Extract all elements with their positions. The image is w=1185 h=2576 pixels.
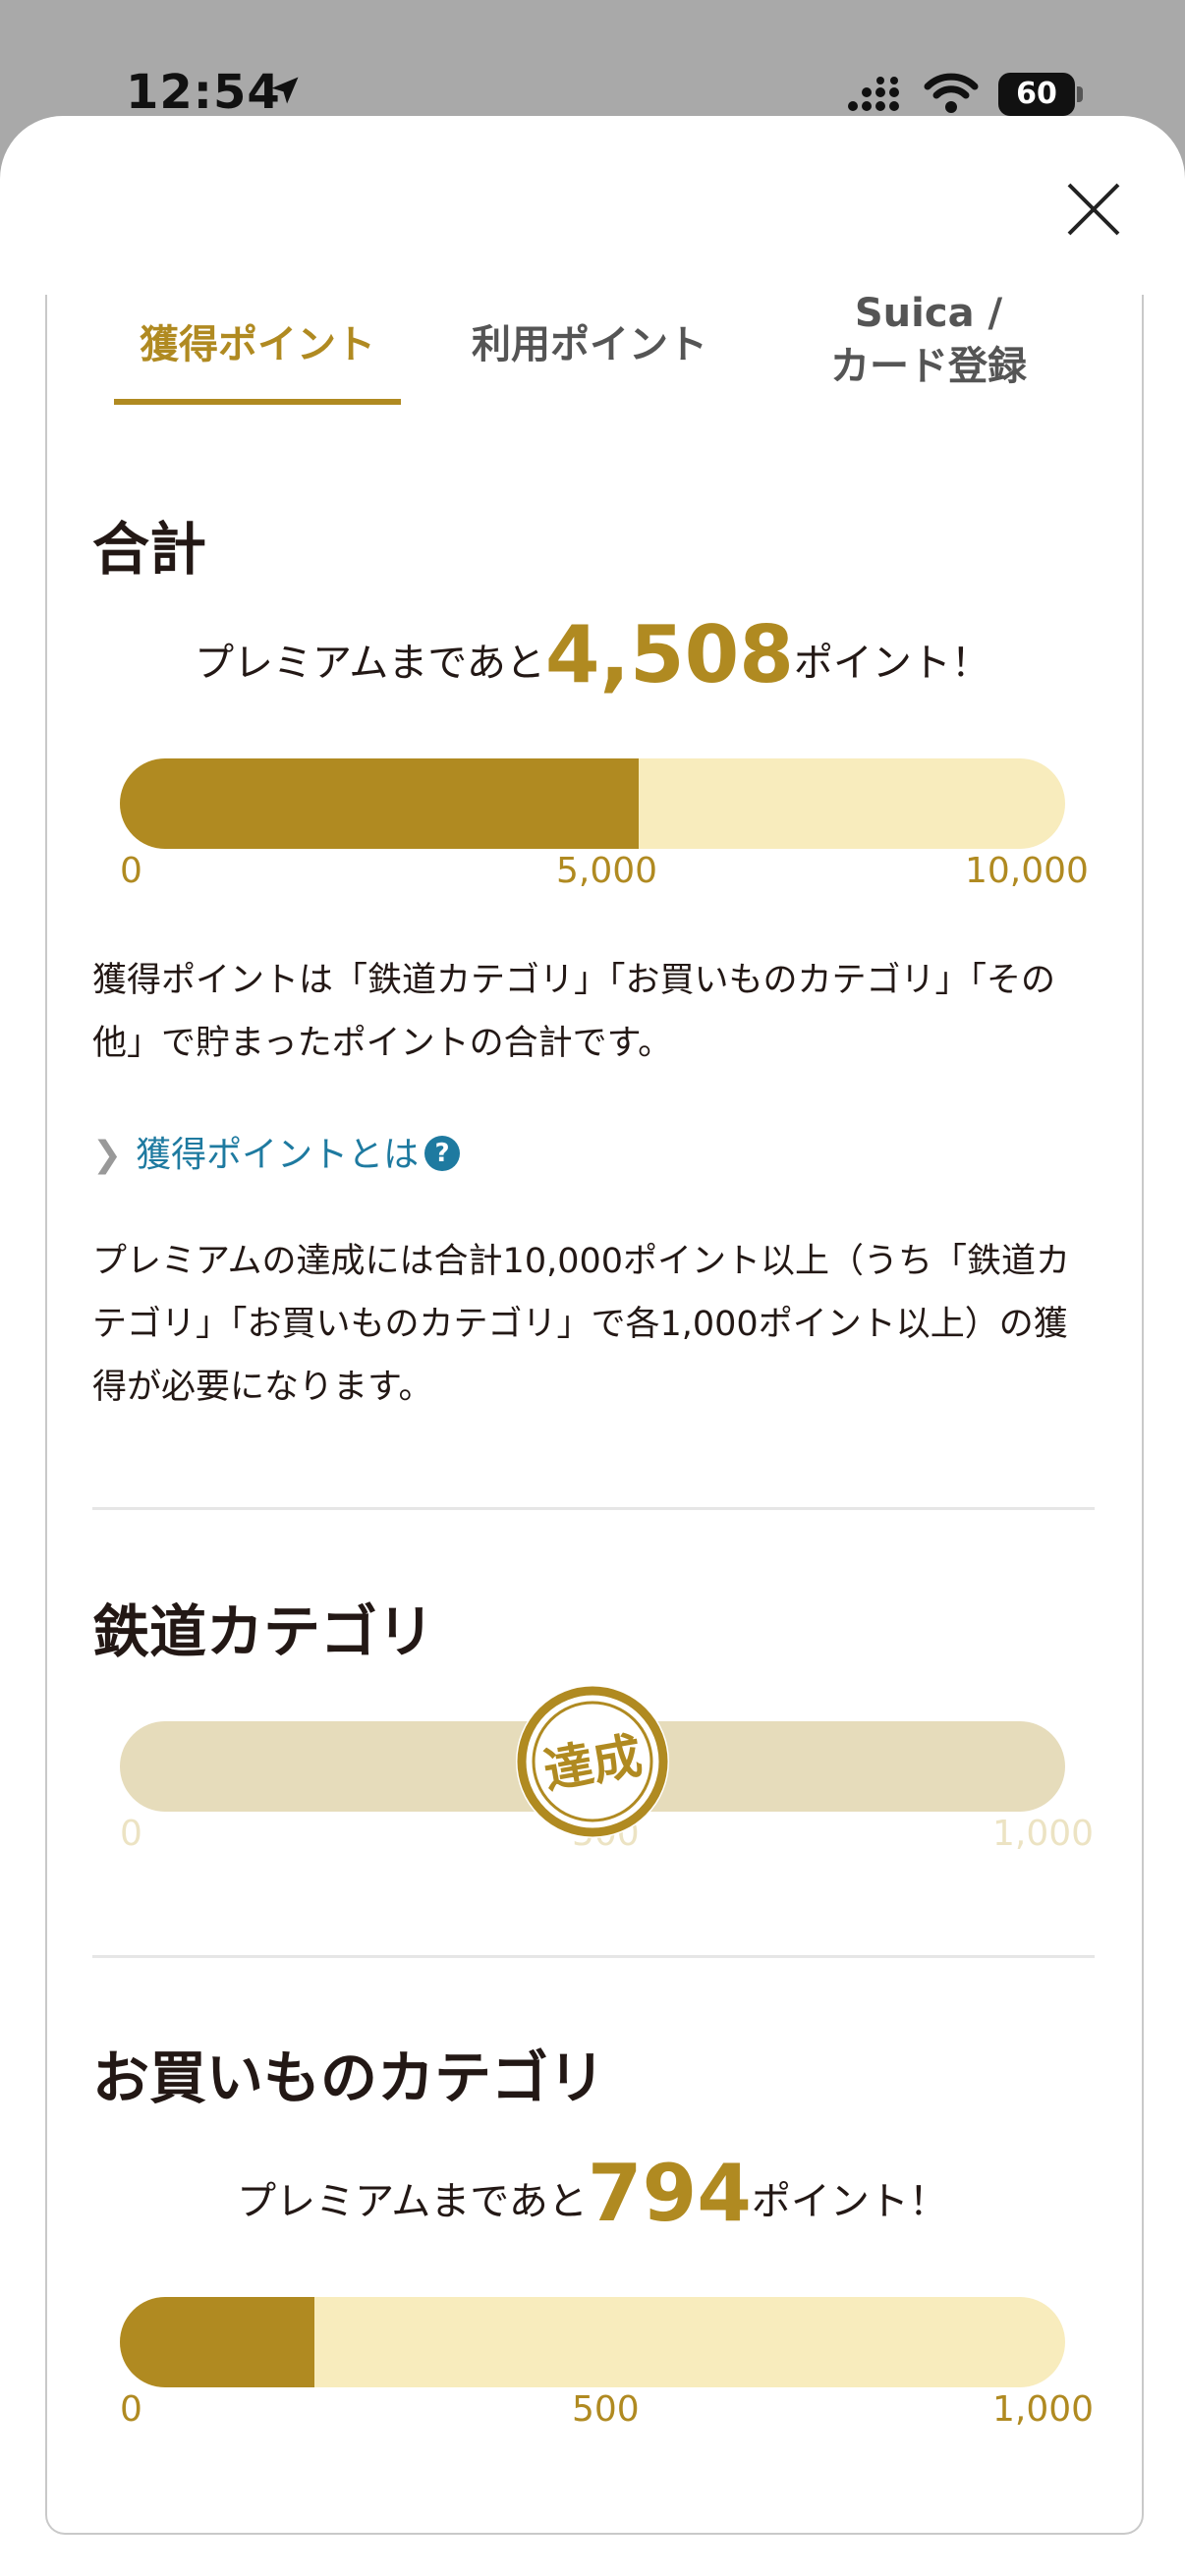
question-icon[interactable]: ? [424,1136,460,1171]
railway-category-title: 鉄道カテゴリ [92,1598,435,1665]
total-progress-fill [120,758,640,849]
earned-points-help-link[interactable]: ❯ 獲得ポイントとは [92,1126,419,1177]
close-icon[interactable] [1063,179,1124,240]
premium-requirement-text: プレミアムの達成には合計10,000ポイント以上（うち「鉄道カテゴリ」「お買いも… [92,1242,1071,1407]
total-description: 獲得ポイントは「鉄道カテゴリ」「お買いものカテゴリ」「その他」で貯まったポイント… [92,961,1056,1063]
battery-icon: 60 [998,73,1075,116]
signal-icon [848,77,899,111]
total-title: 合計 [92,516,207,583]
railway-tick-min: 0 [120,1814,142,1854]
section-divider [92,1507,1095,1510]
tab-used-points[interactable]: 利用ポイント [446,312,733,369]
shopping-tick-mid: 500 [572,2389,640,2430]
shopping-tick-min: 0 [120,2389,142,2430]
tab-used-points-label: 利用ポイント [472,322,707,367]
shopping-remaining-text: プレミアムまであと794ポイント！ [118,2148,1067,2239]
wifi-icon [924,73,979,113]
battery-tip [1077,86,1083,102]
tab-earned-points-label: 獲得ポイント [140,322,375,367]
earned-points-help-label: 獲得ポイントとは [136,1135,420,1175]
total-remaining-value: 4,508 [544,609,794,700]
tab-suica-label-line2: カード登録 [830,344,1027,389]
achieved-stamp-icon: 達成 [516,1685,669,1838]
total-remaining-text: プレミアムまであと4,508ポイント！ [118,609,1067,700]
total-remaining-suffix: ポイント！ [793,641,990,686]
shopping-remaining-prefix: プレミアムまであと [237,2179,588,2224]
tab-suica-card-registration[interactable]: Suica / カード登録 [786,287,1071,393]
total-tick-max: 10,000 [965,851,1089,891]
shopping-tick-max: 1,000 [992,2389,1095,2430]
tab-earned-points[interactable]: 獲得ポイント [114,312,401,369]
total-tick-min: 0 [120,851,142,891]
total-tick-mid: 5,000 [556,851,658,891]
railway-tick-max: 1,000 [992,1814,1095,1854]
shopping-progress-fill [120,2297,315,2387]
shopping-category-title: お買いものカテゴリ [92,2044,606,2111]
total-progress-bar [120,758,1065,849]
status-time: 12:54 [126,65,281,120]
status-bar: 12:54 60 [0,0,1185,120]
shopping-remaining-value: 794 [587,2148,752,2239]
shopping-remaining-suffix: ポイント！ [751,2179,948,2224]
section-divider [92,1955,1095,1958]
shopping-progress-bar [120,2297,1065,2387]
chevron-right-icon: ❯ [92,1135,123,1175]
location-arrow-icon [271,77,299,104]
tab-suica-label-line1: Suica / [854,291,1003,336]
active-tab-indicator [114,399,401,405]
total-remaining-prefix: プレミアムまであと [195,641,545,686]
